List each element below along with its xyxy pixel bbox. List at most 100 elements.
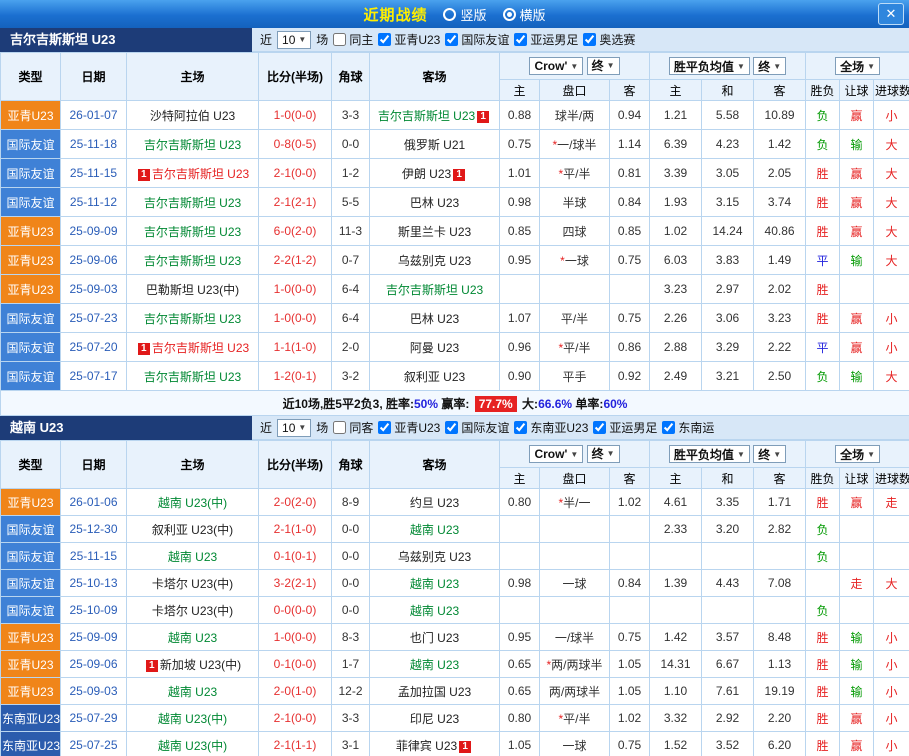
home-cell: 越南 U23 <box>127 624 259 651</box>
away-team-name: 越南 U23 <box>410 658 459 672</box>
result-glyph: 胜 <box>817 712 829 726</box>
final-odds-select[interactable]: 终▼ <box>587 57 620 75</box>
checkbox[interactable] <box>333 421 346 434</box>
col-header-away: 客场 <box>370 53 500 101</box>
score-cell: 1-0(0-0) <box>259 101 332 130</box>
competition-checkbox[interactable]: 国际友谊 <box>445 419 509 436</box>
corner-cell: 11-3 <box>332 217 370 246</box>
avg-away-cell: 2.82 <box>754 516 806 543</box>
layout-radio-vertical-label: 竖版 <box>460 5 486 24</box>
match-count-select[interactable]: 10▼ <box>277 419 311 437</box>
corner-cell: 3-3 <box>332 705 370 732</box>
scope-select[interactable]: 全场▼ <box>835 57 880 75</box>
close-button[interactable]: ✕ <box>878 3 904 25</box>
result-handicap-cell: 赢 <box>840 705 874 732</box>
result-glyph: 负 <box>817 523 829 537</box>
result-handicap-cell: 赢 <box>840 489 874 516</box>
home-cell: 越南 U23(中) <box>127 732 259 756</box>
final-avg-select[interactable]: 终▼ <box>753 445 786 463</box>
type-cell: 亚青U23 <box>1 651 61 678</box>
home-cell: 越南 U23 <box>127 543 259 570</box>
handicap-cell: 平手 <box>540 362 610 391</box>
same-side-checkbox[interactable]: 同客 <box>333 419 373 436</box>
corner-cell: 0-0 <box>332 543 370 570</box>
summary-plain-text: 单率: <box>572 397 603 411</box>
home-team-name: 巴勒斯坦 U23(中) <box>146 283 239 297</box>
handicap-cell: 球半/两 <box>540 101 610 130</box>
match-row: 亚青U2326-01-07沙特阿拉伯 U231-0(0-0)3-3吉尔吉斯斯坦 … <box>1 101 909 130</box>
handicap-cell: 一球 <box>540 732 610 756</box>
col-header-result-wdl: 胜负 <box>806 80 840 101</box>
competition-checkbox[interactable]: 东南亚U23 <box>514 419 588 436</box>
away-team-name: 越南 U23 <box>410 577 459 591</box>
bookmaker-select[interactable]: Crow'▼ <box>529 445 583 463</box>
odds-away-cell <box>610 597 650 624</box>
checkbox[interactable] <box>662 421 675 434</box>
same-side-checkbox[interactable]: 同主 <box>333 31 373 48</box>
avg-draw-cell: 3.15 <box>702 188 754 217</box>
layout-radio-horizontal[interactable]: 横版 <box>503 5 546 24</box>
home-cell: 吉尔吉斯斯坦 U23 <box>127 217 259 246</box>
final-odds-select[interactable]: 终▼ <box>587 445 620 463</box>
final-avg-select[interactable]: 终▼ <box>753 57 786 75</box>
result-wdl-cell: 负 <box>806 101 840 130</box>
checkbox[interactable] <box>514 421 527 434</box>
checkbox[interactable] <box>583 33 596 46</box>
avg-home-cell: 6.03 <box>650 246 702 275</box>
odds-away-cell: 0.75 <box>610 732 650 756</box>
avg-home-cell: 1.21 <box>650 101 702 130</box>
home-team-name: 吉尔吉斯斯坦 U23 <box>152 167 249 181</box>
match-count-select[interactable]: 10▼ <box>277 31 311 49</box>
bookmaker-select[interactable]: Crow'▼ <box>529 57 583 75</box>
score-cell: 3-2(2-1) <box>259 570 332 597</box>
competition-checkbox[interactable]: 东南运 <box>662 419 714 436</box>
layout-radio-vertical[interactable]: 竖版 <box>443 5 486 24</box>
competition-checkbox[interactable]: 亚运男足 <box>593 419 657 436</box>
checkbox[interactable] <box>445 33 458 46</box>
score-cell: 1-2(0-1) <box>259 362 332 391</box>
avg-select[interactable]: 胜平负均值▼ <box>669 445 750 463</box>
result-handicap-cell: 赢 <box>840 101 874 130</box>
checkbox[interactable] <box>378 33 391 46</box>
result-wdl-cell: 平 <box>806 333 840 362</box>
summary-badge-text: 77.7% <box>475 396 517 412</box>
type-cell: 国际友谊 <box>1 304 61 333</box>
date-cell: 25-07-29 <box>61 705 127 732</box>
odds-home-cell: 1.05 <box>500 732 540 756</box>
odds-away-cell: 0.81 <box>610 159 650 188</box>
avg-home-cell: 2.88 <box>650 333 702 362</box>
competition-checkbox[interactable]: 亚运男足 <box>514 31 578 48</box>
avg-home-cell: 2.49 <box>650 362 702 391</box>
home-team-name: 越南 U23(中) <box>158 739 227 753</box>
checkbox[interactable] <box>514 33 527 46</box>
scope-select[interactable]: 全场▼ <box>835 445 880 463</box>
result-ou-cell: 大 <box>874 159 909 188</box>
competition-checkbox[interactable]: 奥选赛 <box>583 31 635 48</box>
match-row: 亚青U2325-09-03巴勒斯坦 U23(中)1-0(0-0)6-4吉尔吉斯斯… <box>1 275 909 304</box>
competition-checkbox[interactable]: 国际友谊 <box>445 31 509 48</box>
avg-home-cell: 1.10 <box>650 678 702 705</box>
checkbox[interactable] <box>593 421 606 434</box>
checkbox[interactable] <box>378 421 391 434</box>
competition-checkbox[interactable]: 亚青U23 <box>378 419 440 436</box>
away-team-name: 越南 U23 <box>410 523 459 537</box>
handicap-cell: 一球 <box>540 570 610 597</box>
competition-checkbox[interactable]: 亚青U23 <box>378 31 440 48</box>
away-cell: 约旦 U23 <box>370 489 500 516</box>
corner-cell: 0-7 <box>332 246 370 275</box>
checkbox[interactable] <box>333 33 346 46</box>
dropdown-arrow-icon: ▼ <box>737 450 745 459</box>
dropdown-arrow-icon: ▼ <box>773 450 781 459</box>
avg-home-cell: 1.93 <box>650 188 702 217</box>
checkbox[interactable] <box>445 421 458 434</box>
home-team-name: 吉尔吉斯斯坦 U23 <box>144 196 241 210</box>
home-cell: 越南 U23 <box>127 678 259 705</box>
odds-group-header: Crow'▼ 终▼ <box>500 441 650 468</box>
home-team-name: 越南 U23(中) <box>158 712 227 726</box>
result-glyph: 小 <box>886 712 898 726</box>
col-header-odds-away: 客 <box>610 468 650 489</box>
type-cell: 亚青U23 <box>1 101 61 130</box>
avg-select[interactable]: 胜平负均值▼ <box>669 57 750 75</box>
result-wdl-cell: 胜 <box>806 304 840 333</box>
date-cell: 25-07-20 <box>61 333 127 362</box>
